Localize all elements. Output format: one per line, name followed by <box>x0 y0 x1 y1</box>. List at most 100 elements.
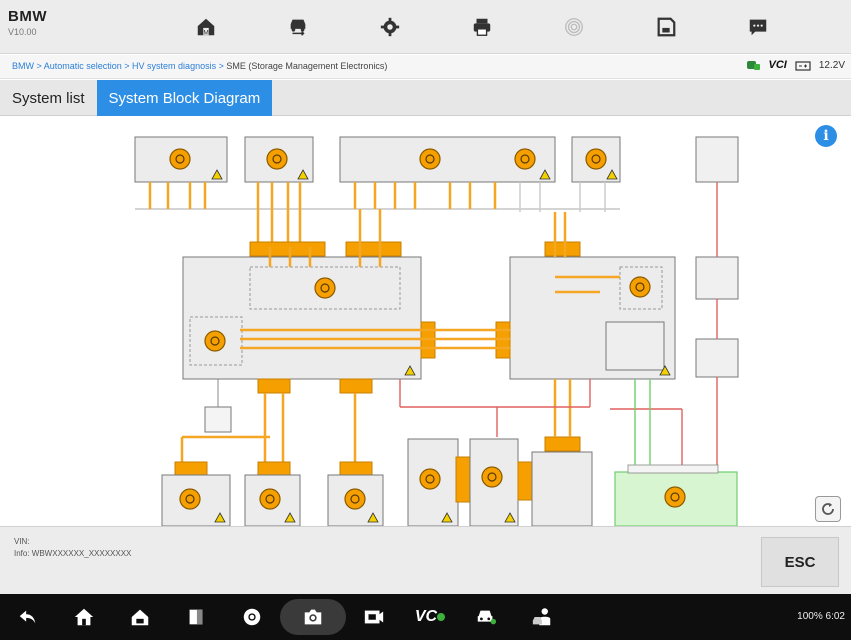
save-button[interactable] <box>620 0 712 54</box>
print-button[interactable] <box>436 0 528 54</box>
brand: BMW V10.00 <box>8 8 47 37</box>
connector-block <box>257 378 291 394</box>
user-car-icon <box>532 608 551 626</box>
home-icon: M <box>197 18 215 36</box>
module-box <box>204 406 232 433</box>
chat-button[interactable] <box>712 0 804 54</box>
battery-voltage: 12.2V <box>818 59 845 71</box>
breadcrumb: BMW > Automatic selection > HV system di… <box>12 61 387 71</box>
tab-system-list[interactable]: System list <box>0 80 97 116</box>
vci-status: VCI <box>769 59 787 71</box>
connector-block <box>345 241 402 257</box>
component-icon <box>481 466 503 488</box>
top-toolbar: BMW V10.00 M <box>0 0 851 54</box>
car-icon <box>477 610 497 625</box>
component-icon <box>664 486 686 508</box>
camera-icon <box>304 609 322 625</box>
module-box <box>695 256 739 300</box>
connector-block <box>339 378 373 394</box>
recent-apps-button[interactable] <box>168 594 224 640</box>
vin-label: VIN: <box>14 537 30 546</box>
screenshot-button[interactable] <box>280 599 346 635</box>
app-home-button[interactable] <box>112 594 168 640</box>
home-button[interactable]: M <box>160 0 252 54</box>
component-icon <box>179 488 201 510</box>
system-block-diagram[interactable] <box>0 117 851 526</box>
vehicle-button[interactable] <box>458 594 514 640</box>
breadcrumb-path[interactable]: BMW > Automatic selection > HV system di… <box>12 61 226 71</box>
fingerprint-icon <box>565 18 583 36</box>
check-badge-icon <box>437 613 446 621</box>
component-icon <box>314 277 336 299</box>
house-outline-icon <box>131 609 149 626</box>
connector-block <box>257 461 291 477</box>
chrome-icon <box>243 608 261 626</box>
screen-record-icon <box>364 610 384 624</box>
component-icon <box>514 148 536 170</box>
breadcrumb-bar: BMW > Automatic selection > HV system di… <box>0 55 851 79</box>
browser-button[interactable] <box>224 594 280 640</box>
connector-block <box>249 241 326 257</box>
vehicle-info-bar: VIN: Info: WBWXXXXXX_XXXXXXXX ESC <box>0 526 851 594</box>
network-icon <box>746 61 760 70</box>
vci-button[interactable]: VC <box>402 594 458 640</box>
print-icon <box>473 18 491 36</box>
component-icon <box>204 330 226 352</box>
vci-nav-label: VC <box>414 608 438 625</box>
breadcrumb-current: SME (Storage Management Electronics) <box>226 61 388 71</box>
component-icon <box>419 468 441 490</box>
component-icon <box>259 488 281 510</box>
settings-icon <box>380 17 400 37</box>
esc-button[interactable]: ESC <box>761 537 839 587</box>
vin-info: Info: WBWXXXXXX_XXXXXXXX <box>14 549 132 558</box>
module-box <box>182 256 422 380</box>
fingerprint-button[interactable] <box>528 0 620 54</box>
refresh-button[interactable] <box>815 496 841 522</box>
diagram-canvas <box>134 136 739 526</box>
save-icon <box>657 17 676 37</box>
toolbar: M <box>160 0 804 54</box>
connector-block <box>544 241 581 257</box>
chat-icon <box>749 19 767 36</box>
system-status: 100% 6:02 <box>797 611 845 622</box>
brand-name: BMW <box>8 8 47 25</box>
battery-terminal <box>627 464 719 474</box>
component-icon <box>169 148 191 170</box>
user-vehicle-button[interactable] <box>514 594 570 640</box>
component-icon <box>419 148 441 170</box>
back-arrow-icon <box>19 610 36 624</box>
component-icon <box>266 148 288 170</box>
svg-text:M: M <box>203 29 208 36</box>
android-home-button[interactable] <box>56 594 112 640</box>
settings-button[interactable] <box>344 0 436 54</box>
info-icon: i <box>823 128 829 144</box>
connection-status: VCI 12.2V <box>746 59 845 71</box>
home-icon <box>74 608 94 626</box>
tab-system-block-diagram[interactable]: System Block Diagram <box>96 80 273 116</box>
screen-record-button[interactable] <box>346 594 402 640</box>
module-box <box>531 451 593 526</box>
tab-bar: System list System Block Diagram <box>0 80 851 116</box>
connector-block <box>339 461 373 477</box>
connector-block <box>455 456 471 503</box>
app-root: BMW V10.00 M BMW > Automatic selection >… <box>0 0 851 640</box>
info-button[interactable]: i <box>815 125 837 147</box>
module-box <box>695 338 739 378</box>
module-box <box>605 321 665 371</box>
component-icon <box>629 276 651 298</box>
refresh-icon <box>822 503 834 515</box>
vci-label: VCI <box>768 59 787 71</box>
android-navbar: VC 100% 6:02 <box>0 594 851 640</box>
connector-block <box>174 461 208 477</box>
vehicle-swap-icon <box>290 19 306 36</box>
vehicle-swap-button[interactable] <box>252 0 344 54</box>
connector-block <box>517 461 533 501</box>
brand-version: V10.00 <box>8 27 37 37</box>
back-button[interactable] <box>0 594 56 640</box>
module-box <box>695 136 739 183</box>
battery-percent: 100% <box>797 611 823 622</box>
clock: 6:02 <box>825 611 845 622</box>
component-icon <box>585 148 607 170</box>
recent-apps-icon <box>189 609 203 625</box>
connector-block <box>544 436 581 452</box>
